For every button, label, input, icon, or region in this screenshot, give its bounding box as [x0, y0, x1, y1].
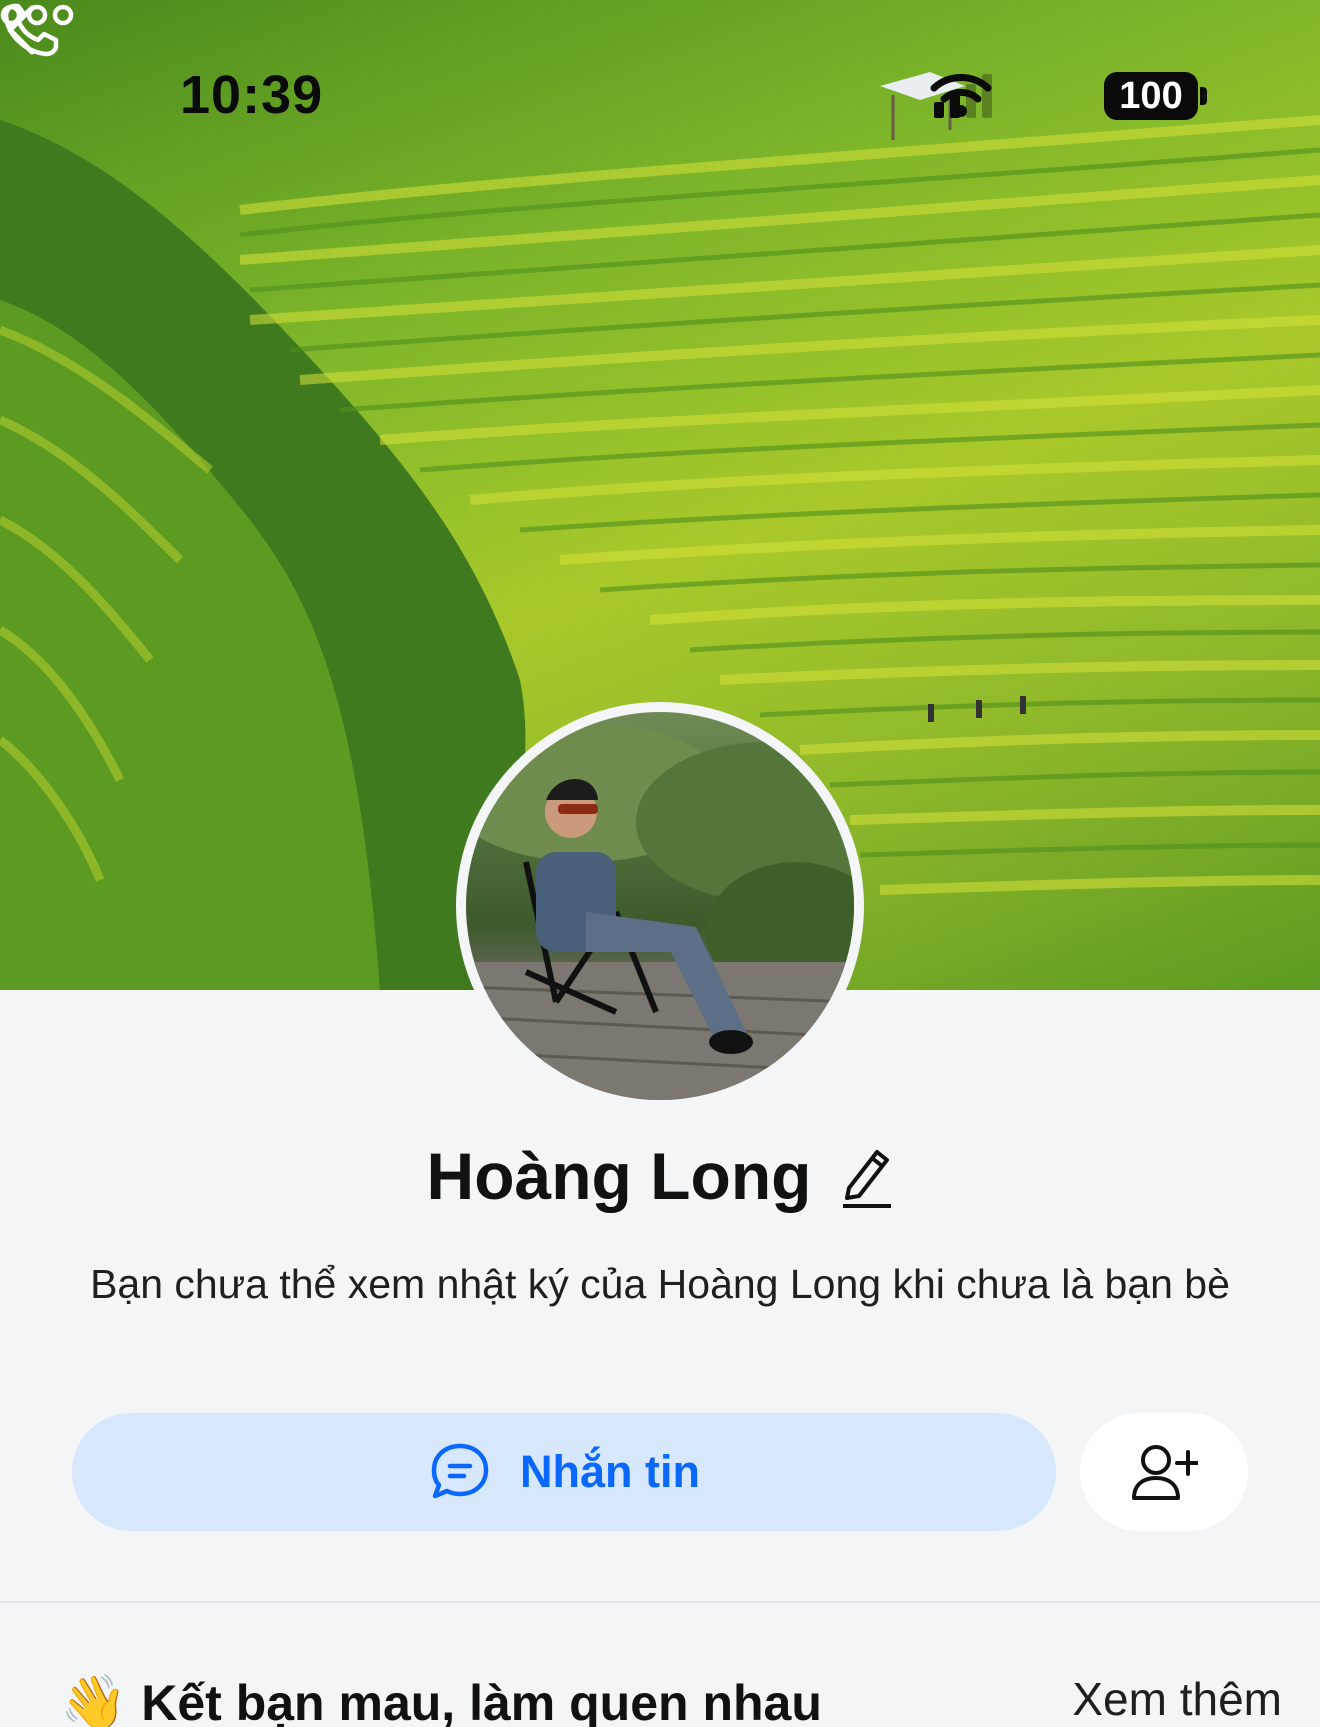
pencil-icon[interactable]: [839, 1144, 893, 1208]
profile-name-row: Hoàng Long: [0, 1136, 1320, 1216]
chat-bubble-icon: [431, 1443, 489, 1499]
see-more-link[interactable]: Xem thêm: [1072, 1672, 1282, 1726]
waving-hand-icon: 👋: [60, 1672, 128, 1727]
status-time: 10:39: [180, 65, 324, 125]
wifi-icon: [930, 74, 992, 117]
section-divider: [0, 1601, 1320, 1603]
battery-icon: 100: [1104, 72, 1198, 120]
message-button-label: Nhắn tin: [520, 1446, 700, 1497]
avatar-photo: [466, 712, 854, 1100]
suggestions-title: Kết bạn mau, làm quen nhau: [141, 1675, 822, 1727]
message-button[interactable]: Nhắn tin: [72, 1413, 1056, 1531]
suggestions-heading: 👋 Kết bạn mau, làm quen nhau: [60, 1668, 822, 1727]
more-horizontal-icon[interactable]: [0, 0, 74, 30]
avatar-illustration: [466, 722, 854, 1100]
profile-name: Hoàng Long: [426, 1139, 812, 1213]
avatar[interactable]: [456, 702, 864, 1110]
privacy-notice: Bạn chưa thể xem nhật ký của Hoàng Long …: [90, 1261, 1230, 1307]
add-user-icon: [1132, 1445, 1198, 1500]
battery-tip: [1200, 87, 1207, 105]
add-friend-button[interactable]: [1080, 1413, 1248, 1531]
